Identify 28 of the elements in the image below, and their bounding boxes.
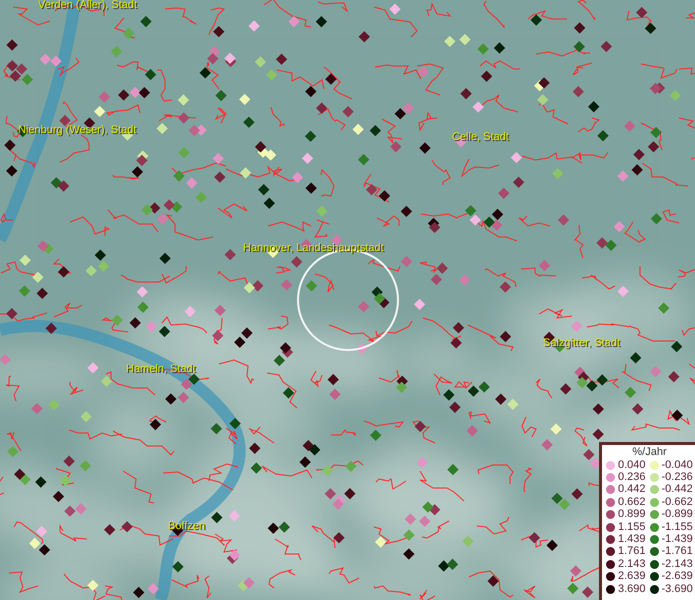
- legend-value: 2.143: [618, 558, 646, 570]
- place-label: Verden (Aller), Stadt: [38, 0, 138, 11]
- legend-value: -0.040: [662, 460, 693, 471]
- legend-value: 0.236: [618, 472, 646, 484]
- legend-value: -0.236: [662, 472, 693, 484]
- legend-value: 1.761: [618, 546, 646, 558]
- legend-value: 2.639: [618, 571, 646, 582]
- legend-title: %/Jahr: [631, 446, 668, 459]
- legend-value: 0.662: [618, 496, 646, 508]
- place-label: Celle, Stadt: [452, 132, 509, 143]
- legend-value: 1.439: [618, 534, 646, 546]
- legend-value: -1.155: [662, 522, 693, 533]
- legend-value: 1.155: [618, 522, 646, 533]
- legend-value: -2.639: [662, 571, 693, 582]
- legend-value: -1.439: [662, 534, 693, 546]
- place-label: Boffzen: [168, 521, 206, 532]
- legend-value: 3.690: [618, 584, 646, 595]
- legend-value: -0.899: [662, 509, 693, 520]
- legend-value: -0.442: [662, 484, 693, 496]
- legend-value: -0.662: [662, 496, 693, 508]
- legend-value: 0.899: [618, 509, 646, 520]
- legend-value: -2.143: [662, 558, 693, 570]
- legend-value: -3.690: [662, 584, 693, 595]
- legend-value: -1.761: [662, 546, 693, 558]
- legend-value: 0.442: [618, 484, 646, 496]
- legend-value: 0.040: [618, 460, 646, 471]
- place-label: Hannover, Landeshauptstadt: [243, 243, 384, 254]
- place-label: Hameln, Stadt: [126, 364, 196, 375]
